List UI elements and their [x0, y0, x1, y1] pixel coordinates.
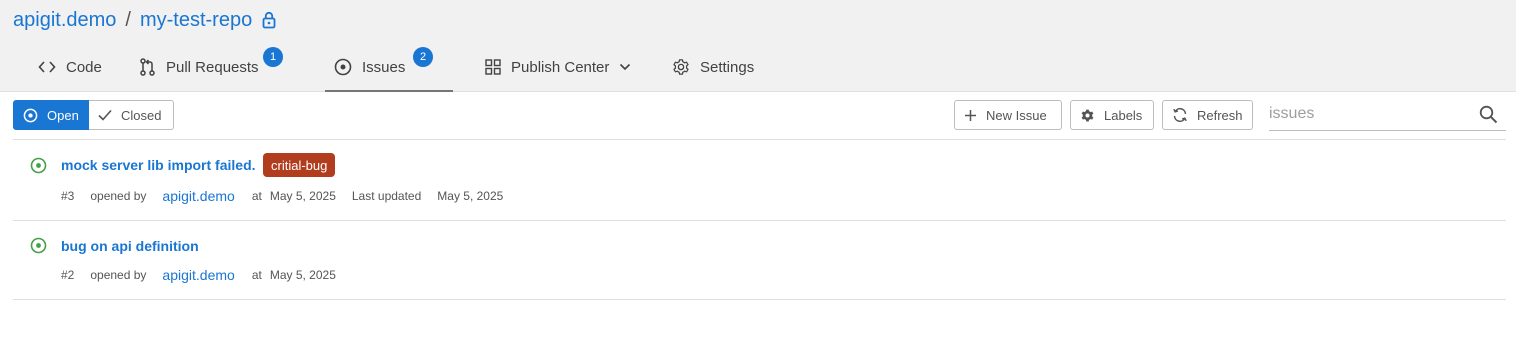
- at-text: at: [251, 268, 262, 282]
- tab-publish-center[interactable]: Publish Center: [485, 42, 631, 92]
- issue-row: bug on api definition #2 opened by apigi…: [13, 221, 1506, 300]
- issue-author-link[interactable]: apigit.demo: [162, 267, 234, 283]
- issue-number: #2: [61, 268, 75, 282]
- labels-label: Labels: [1104, 107, 1143, 123]
- tab-settings[interactable]: Settings: [672, 42, 754, 92]
- opened-by-text: opened by: [90, 268, 147, 282]
- tab-code-label: Code: [66, 58, 102, 76]
- new-issue-label: New Issue: [986, 107, 1047, 123]
- issue-title-link[interactable]: bug on api definition: [61, 238, 199, 254]
- check-icon: [98, 109, 112, 121]
- issues-toolbar: Open Closed New Issue Labels Refresh: [0, 92, 1516, 140]
- repo-tabs: Code Pull Requests 1 Issues 2 Publish Ce…: [0, 42, 1516, 92]
- status-filter-group: Open Closed: [13, 100, 174, 130]
- tab-pull-requests-label: Pull Requests: [166, 58, 259, 76]
- pull-request-icon: [139, 58, 156, 76]
- gear-icon: [1080, 108, 1095, 123]
- new-issue-button[interactable]: New Issue: [954, 100, 1062, 130]
- issue-open-icon: [334, 58, 352, 76]
- plus-icon: [964, 109, 977, 122]
- tab-settings-label: Settings: [700, 58, 755, 76]
- filter-closed-button[interactable]: Closed: [89, 100, 174, 130]
- issue-open-icon: [23, 108, 38, 123]
- filter-open-button[interactable]: Open: [13, 100, 89, 130]
- filter-closed-label: Closed: [121, 107, 162, 123]
- issue-row: mock server lib import failed. critial-b…: [13, 140, 1506, 221]
- issue-search-input[interactable]: [1269, 100, 1469, 128]
- repo-header: apigit.demo / my-test-repo Code Pull Req…: [0, 0, 1516, 92]
- tab-issues-label: Issues: [362, 58, 406, 76]
- breadcrumb-repo-link[interactable]: my-test-repo: [140, 9, 252, 32]
- filter-open-label: Open: [47, 107, 79, 123]
- tab-issues[interactable]: Issues: [324, 42, 454, 92]
- issue-meta: #3 opened by apigit.demo at May 5, 2025 …: [61, 187, 503, 205]
- search-icon[interactable]: [1479, 105, 1498, 124]
- refresh-button[interactable]: Refresh: [1162, 100, 1253, 130]
- updated-date: May 5, 2025: [437, 189, 504, 203]
- code-icon: [38, 60, 56, 74]
- gear-icon: [672, 58, 690, 76]
- last-updated-text: Last updated: [351, 189, 422, 203]
- breadcrumb-owner-link[interactable]: apigit.demo: [13, 9, 116, 32]
- chevron-down-icon: [619, 63, 631, 71]
- opened-by-text: opened by: [90, 189, 147, 203]
- lock-icon: [262, 11, 276, 29]
- issue-meta: #2 opened by apigit.demo at May 5, 2025: [61, 266, 336, 284]
- at-text: at: [251, 189, 262, 203]
- pull-requests-count-badge: 1: [263, 47, 283, 67]
- issue-open-icon: [30, 157, 47, 174]
- breadcrumb: apigit.demo / my-test-repo: [13, 6, 276, 34]
- labels-button[interactable]: Labels: [1070, 100, 1154, 130]
- issue-author-link[interactable]: apigit.demo: [162, 188, 234, 204]
- opened-date: May 5, 2025: [269, 268, 336, 282]
- tab-publish-center-label: Publish Center: [511, 58, 610, 76]
- tab-code[interactable]: Code: [38, 42, 102, 92]
- issue-open-icon: [30, 237, 47, 254]
- issue-number: #3: [61, 189, 75, 203]
- issue-label-badge[interactable]: critial-bug: [263, 153, 336, 177]
- refresh-label: Refresh: [1197, 107, 1243, 123]
- issues-count-badge: 2: [413, 47, 433, 67]
- issue-search: [1269, 100, 1506, 131]
- breadcrumb-separator: /: [125, 8, 131, 31]
- refresh-icon: [1172, 108, 1188, 122]
- issue-title-link[interactable]: mock server lib import failed.: [61, 157, 256, 173]
- tab-pull-requests[interactable]: Pull Requests: [139, 42, 259, 92]
- opened-date: May 5, 2025: [269, 189, 336, 203]
- grid-icon: [485, 59, 501, 75]
